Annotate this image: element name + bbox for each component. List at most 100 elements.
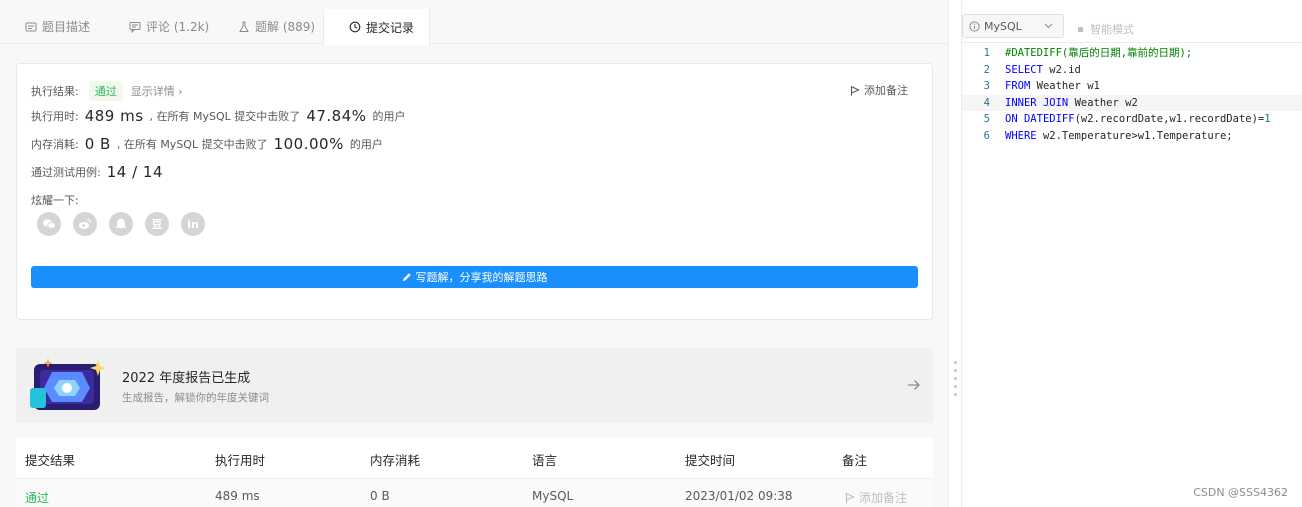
memory-label: 内存消耗: — [31, 138, 79, 151]
add-note-button[interactable]: 添加备注 — [850, 82, 908, 98]
tab-submissions[interactable]: 提交记录 — [323, 9, 430, 45]
info-icon — [969, 20, 980, 32]
flag-icon — [845, 492, 855, 503]
watermark: CSDN @SSS4362 — [1193, 486, 1288, 499]
line-number: 3 — [983, 80, 990, 92]
report-title: 2022 年度报告已生成 — [122, 371, 251, 386]
flag-icon — [850, 85, 860, 95]
time-value: 489 ms — [84, 107, 144, 125]
row-time: 489 ms — [215, 489, 260, 503]
row-note-label: 添加备注 — [859, 491, 908, 505]
time-suffix: 的用户 — [372, 110, 406, 123]
tab-bar: 题目描述 评论 (1.2k) 题解 (889) 提交记录 — [0, 9, 948, 45]
line-number: 2 — [983, 63, 990, 76]
result-card: 执行结果: 通过 显示详情 › 添加备注 执行用时: 489 ms , 在所有 … — [16, 63, 933, 320]
tests-row: 通过测试用例: 14 / 14 — [31, 163, 169, 181]
pencil-icon — [402, 273, 411, 281]
status-row: 执行结果: 通过 显示详情 › — [31, 81, 183, 101]
code-text: WHERE w2.Temperature>w1.Temperature; — [1005, 129, 1233, 142]
share-icons: 豆 in — [37, 212, 205, 236]
code-text: FROM Weather w1 — [1005, 80, 1100, 92]
weibo-icon[interactable] — [73, 212, 97, 236]
linkedin-icon[interactable]: in — [181, 212, 205, 236]
time-row: 执行用时: 489 ms , 在所有 MySQL 提交中击败了 47.84% 的… — [31, 107, 406, 125]
code-line: 2 SELECT w2.id — [962, 62, 1302, 79]
submission-table: 提交结果 执行用时 内存消耗 语言 提交时间 备注 通过 489 ms 0 B … — [16, 438, 933, 507]
tests-value: 14 / 14 — [106, 163, 163, 181]
code-line: 5 ON DATEDIFF(w2.recordDate,w1.recordDat… — [962, 111, 1302, 128]
col-header-submitted: 提交时间 — [685, 453, 736, 468]
language-value: MySQL — [984, 19, 1022, 33]
row-result[interactable]: 通过 — [25, 489, 49, 506]
chevron-down-icon — [1044, 20, 1053, 33]
memory-row: 内存消耗: 0 B , 在所有 MySQL 提交中击败了 100.00% 的用户 — [31, 135, 383, 153]
time-label: 执行用时: — [31, 110, 79, 123]
annual-report-banner[interactable]: 2022 年度报告已生成 生成报告，解锁你的年度关键词 — [16, 348, 933, 423]
row-submitted: 2023/01/02 09:38 — [685, 489, 793, 503]
row-language: MySQL — [532, 489, 574, 503]
tab-comments-label: 评论 (1.2k) — [146, 20, 210, 34]
drag-handle-icon[interactable] — [954, 361, 957, 396]
editor-toolbar: MySQL 智能模式 — [962, 9, 1302, 43]
code-text: #DATEDIFF(靠后的日期,靠前的日期); — [1005, 47, 1193, 59]
status-badge: 通过 — [88, 81, 123, 101]
col-header-language: 语言 — [532, 453, 558, 468]
line-number: 6 — [983, 129, 990, 142]
tab-solutions-label: 题解 (889) — [255, 20, 316, 34]
tab-solutions[interactable]: 题解 (889) — [237, 9, 315, 44]
report-illustration — [30, 358, 108, 414]
description-icon — [24, 20, 38, 34]
arrow-right-icon[interactable] — [907, 376, 921, 395]
write-solution-label: 写题解，分享我的解题思路 — [415, 271, 548, 284]
row-add-note-button[interactable]: 添加备注 — [845, 489, 907, 506]
code-text: INNER JOIN Weather w2 — [1005, 96, 1138, 109]
code-editor[interactable]: 1 #DATEDIFF(靠后的日期,靠前的日期); 2 SELECT w2.id… — [962, 45, 1302, 144]
add-note-label: 添加备注 — [864, 84, 908, 97]
smart-mode-toggle[interactable]: 智能模式 — [1078, 21, 1134, 37]
code-line: 1 #DATEDIFF(靠后的日期,靠前的日期); — [962, 45, 1302, 62]
qq-icon[interactable] — [109, 212, 133, 236]
line-number: 4 — [983, 96, 990, 109]
code-line: 6 WHERE w2.Temperature>w1.Temperature; — [962, 128, 1302, 145]
comment-icon — [128, 20, 142, 34]
tab-submissions-label: 提交记录 — [366, 20, 415, 35]
write-solution-button[interactable]: 写题解，分享我的解题思路 — [31, 266, 918, 288]
tab-description[interactable]: 题目描述 — [24, 9, 90, 44]
douban-icon[interactable]: 豆 — [145, 212, 169, 236]
wechat-icon[interactable] — [37, 212, 61, 236]
clock-icon — [348, 20, 362, 34]
col-header-result: 提交结果 — [25, 453, 76, 468]
row-memory: 0 B — [370, 489, 390, 503]
line-number: 1 — [983, 47, 990, 59]
code-line: 3 FROM Weather w1 — [962, 78, 1302, 95]
status-label: 执行结果: — [31, 85, 79, 98]
left-pane: 题目描述 评论 (1.2k) 题解 (889) 提交记录 执行结果: 通过 显示… — [0, 0, 948, 507]
editor-pane: MySQL 智能模式 1 #DATEDIFF(靠后的日期,靠前的日期); 2 S… — [962, 0, 1302, 507]
table-row[interactable]: 通过 489 ms 0 B MySQL 2023/01/02 09:38 添加备… — [16, 478, 933, 507]
smart-mode-label: 智能模式 — [1090, 23, 1134, 36]
share-row: 炫耀一下: — [31, 192, 79, 208]
time-mid: , 在所有 MySQL 提交中击败了 — [149, 110, 301, 123]
code-text: SELECT w2.id — [1005, 63, 1081, 76]
report-subtitle: 生成报告，解锁你的年度关键词 — [122, 392, 269, 404]
tests-label: 通过测试用例: — [31, 166, 101, 179]
col-header-time: 执行用时 — [215, 453, 266, 468]
line-number: 5 — [983, 113, 990, 125]
col-header-memory: 内存消耗 — [370, 453, 421, 468]
memory-percent: 100.00% — [273, 135, 344, 153]
col-header-note: 备注 — [842, 453, 868, 468]
memory-suffix: 的用户 — [349, 138, 383, 151]
pane-splitter[interactable] — [948, 0, 962, 507]
share-label: 炫耀一下: — [31, 194, 79, 207]
time-percent: 47.84% — [306, 107, 367, 125]
code-line: 4 INNER JOIN Weather w2 — [962, 94, 1302, 111]
language-select[interactable]: MySQL — [962, 14, 1064, 38]
flask-icon — [237, 20, 251, 34]
memory-value: 0 B — [84, 135, 111, 153]
tab-comments[interactable]: 评论 (1.2k) — [128, 9, 209, 44]
tab-description-label: 题目描述 — [42, 20, 91, 34]
memory-mid: , 在所有 MySQL 提交中击败了 — [116, 138, 268, 151]
code-text: ON DATEDIFF(w2.recordDate,w1.recordDate)… — [1005, 113, 1271, 125]
smart-mode-icon — [1078, 26, 1083, 32]
show-detail-link[interactable]: 显示详情 › — [131, 83, 183, 99]
